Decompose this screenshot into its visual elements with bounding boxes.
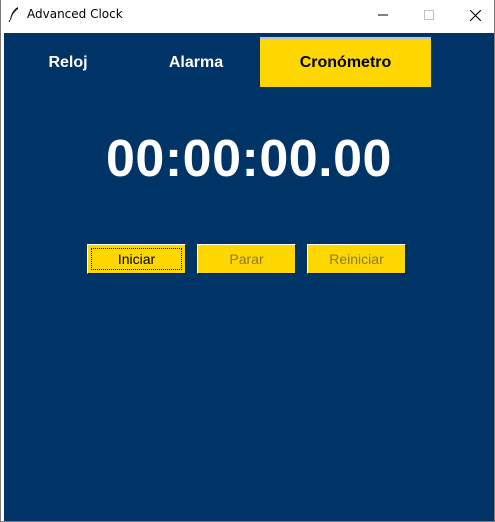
tab-cronometro-label: Cronómetro [299, 54, 392, 71]
minimize-button[interactable] [360, 0, 406, 30]
start-button[interactable]: Iniciar [87, 244, 186, 274]
tab-reloj[interactable]: Reloj [4, 39, 132, 87]
stop-button-label: Parar [229, 251, 264, 267]
stop-button[interactable]: Parar [197, 244, 296, 274]
stopwatch-display: 00:00:00.00 [106, 130, 392, 188]
reset-button[interactable]: Reiniciar [307, 244, 406, 274]
minimize-icon [378, 14, 388, 16]
start-button-label: Iniciar [117, 251, 156, 267]
title-bar[interactable]: Advanced Clock [1, 0, 494, 30]
window-title: Advanced Clock [27, 7, 123, 21]
tab-reloj-label: Reloj [48, 54, 88, 71]
close-icon [469, 9, 481, 21]
close-button[interactable] [452, 0, 494, 30]
maximize-button[interactable] [406, 0, 452, 30]
tab-alarma[interactable]: Alarma [132, 39, 260, 87]
app-window: Advanced Clock Reloj Alarma Cronómetro 0… [0, 0, 495, 522]
maximize-icon [424, 10, 434, 20]
reset-button-label: Reiniciar [329, 251, 384, 267]
tab-alarma-label: Alarma [168, 54, 224, 71]
tab-cronometro[interactable]: Cronómetro [260, 37, 431, 87]
feather-icon [8, 7, 18, 22]
stopwatch-panel: Reloj Alarma Cronómetro 00:00:00.00 Inic… [4, 33, 494, 521]
